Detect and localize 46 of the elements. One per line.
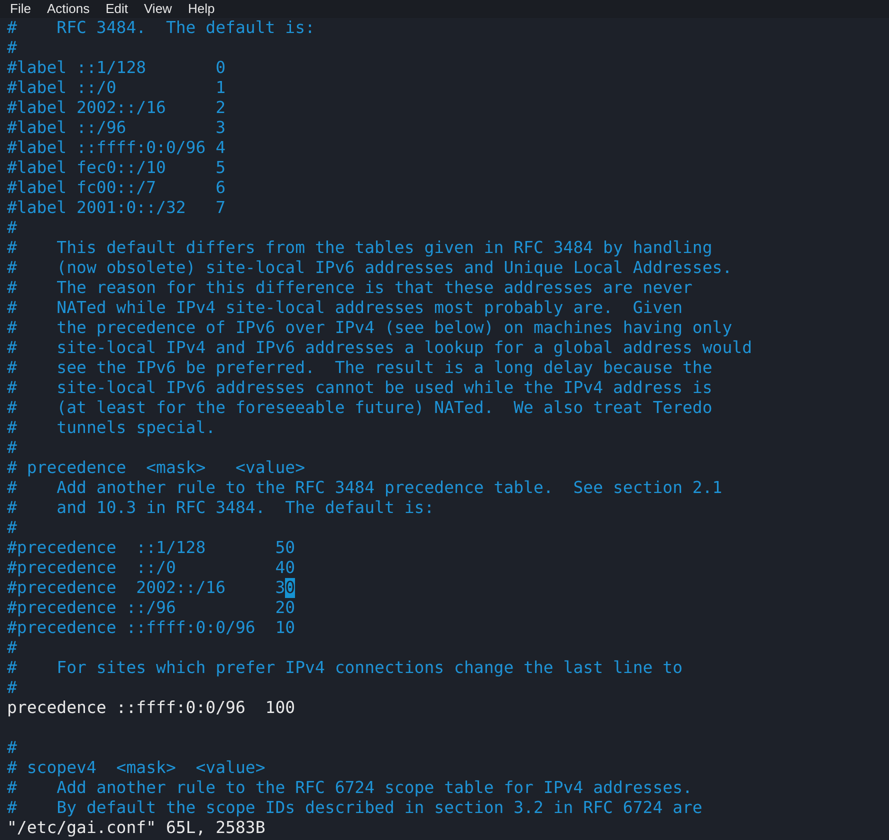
code-line: #label 2002::/16 2: [7, 98, 226, 118]
code-line: # site-local IPv6 addresses cannot be used while the IPv4 address is: [7, 378, 712, 398]
code-line: #label ::1/128 0: [7, 58, 226, 78]
code-line: # (at least for the foreseeable future) NATed. We also treat Teredo: [7, 398, 712, 418]
code-line: # The reason for this difference is that these addresses are never: [7, 278, 692, 298]
code-line: # scopev4 <mask> <value>: [7, 758, 266, 778]
code-line: # For sites which prefer IPv4 connections change the last line to: [7, 658, 683, 678]
code-line: #label ::/96 3: [7, 118, 226, 138]
code-line: #precedence 2002::/16 3: [7, 578, 286, 598]
code-line: # This default differs from the tables given in RFC 3484 by handling: [7, 238, 712, 258]
code-line: # Add another rule to the RFC 6724 scope table for IPv4 addresses.: [7, 778, 692, 798]
code-line: #precedence ::ffff:0:0/96 10: [7, 618, 296, 638]
code-line: #precedence ::1/128 50: [7, 538, 296, 558]
code-line: # the precedence of IPv6 over IPv4 (see below) on machines having only: [7, 318, 732, 338]
code-line: #label fc00::/7 6: [7, 178, 226, 198]
code-line: # RFC 3484. The default is:: [7, 18, 315, 38]
menu-item[interactable]: File: [10, 1, 31, 17]
menu-item[interactable]: Edit: [106, 1, 128, 17]
code-line: #: [7, 678, 17, 698]
code-line: #: [7, 218, 17, 238]
code-line: # precedence <mask> <value>: [7, 458, 306, 478]
code-line: # see the IPv6 be preferred. The result is a long delay because the: [7, 358, 712, 378]
code-line: #label ::ffff:0:0/96 4: [7, 138, 226, 158]
status-line: "/etc/gai.conf" 65L, 2583B: [7, 818, 266, 838]
code-line: precedence ::ffff:0:0/96 100: [7, 698, 296, 718]
code-line: #label fec0::/10 5: [7, 158, 226, 178]
code-line: # and 10.3 in RFC 3484. The default is:: [7, 498, 434, 518]
code-line: # By default the scope IDs described in section 3.2 in RFC 6724 are: [7, 798, 702, 818]
code-line: #label 2001:0::/32 7: [7, 198, 226, 218]
menu-item[interactable]: Help: [188, 1, 215, 17]
code-line: #: [7, 738, 17, 758]
code-line: # (now obsolete) site-local IPv6 addresses and Unique Local Addresses.: [7, 258, 732, 278]
code-line: #label ::/0 1: [7, 78, 226, 98]
code-line: #precedence ::/0 40: [7, 558, 296, 578]
code-line: #precedence ::/96 20: [7, 598, 296, 618]
code-line: #: [7, 38, 17, 58]
menu-item[interactable]: Actions: [46, 1, 90, 17]
code-line: #: [7, 518, 17, 538]
code-line: # NATed while IPv4 site-local addresses most probably are. Given: [7, 298, 683, 318]
menu-item[interactable]: View: [144, 1, 172, 17]
code-line: # Add another rule to the RFC 3484 precedence table. See section 2.1: [7, 478, 722, 498]
text-cursor: 0: [285, 578, 296, 598]
code-line: # tunnels special.: [7, 418, 216, 438]
code-line: #: [7, 438, 17, 458]
code-line: #: [7, 638, 17, 658]
code-line: # site-local IPv4 and IPv6 addresses a lookup for a global address would: [7, 338, 752, 358]
